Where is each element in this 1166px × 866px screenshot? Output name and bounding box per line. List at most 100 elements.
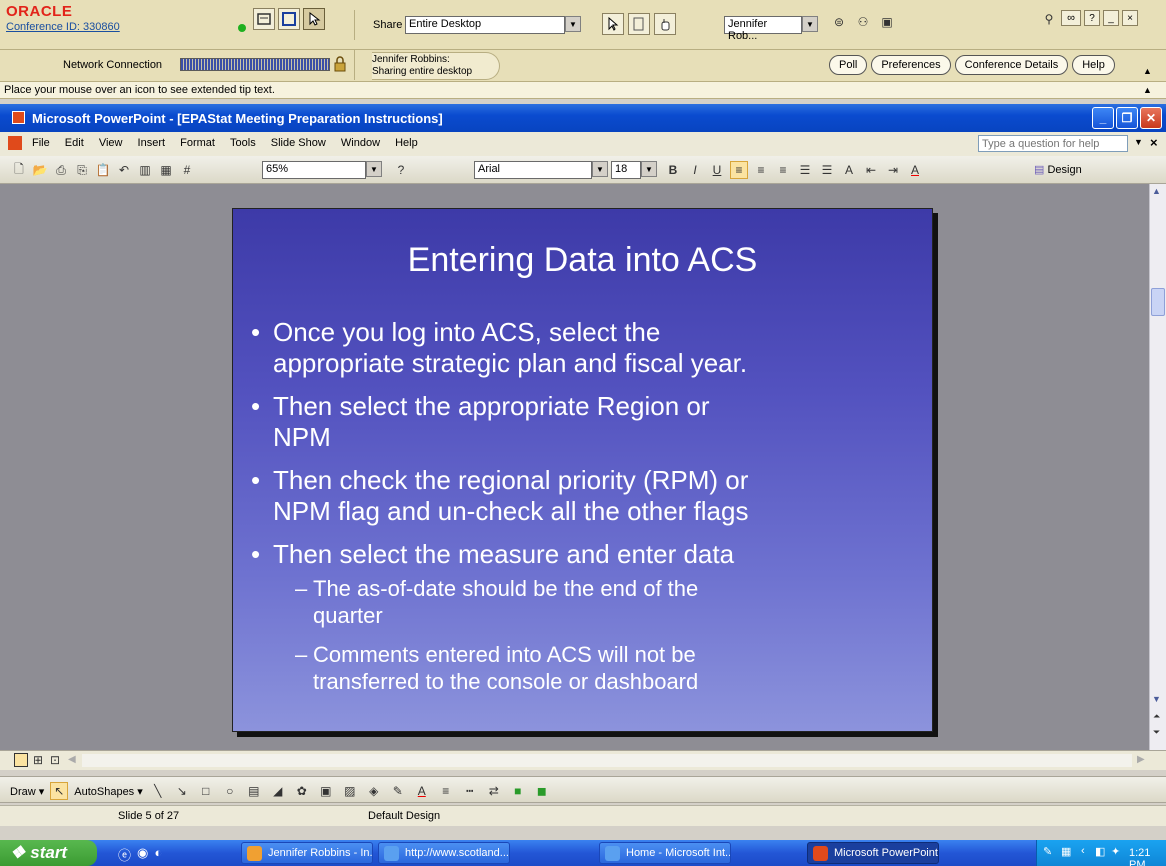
ie-icon[interactable]: ⓔ [118, 845, 131, 864]
volume-icon[interactable]: ◧ [1095, 845, 1105, 858]
shadow-icon[interactable]: ■ [509, 782, 527, 800]
next-slide-icon[interactable]: ⏷ [1153, 728, 1160, 737]
scroll-thumb[interactable] [1151, 288, 1165, 316]
select-pointer-icon[interactable]: ↖ [50, 782, 69, 800]
picture-icon[interactable]: ▨ [341, 782, 359, 800]
increase-font-icon[interactable]: A [840, 161, 858, 179]
minimize-icon[interactable]: _ [1103, 10, 1119, 26]
underline-icon[interactable]: U [708, 161, 726, 179]
glasses-icon[interactable]: ∞ [1061, 10, 1081, 26]
textbox-icon[interactable]: ▤ [245, 782, 263, 800]
paste-icon[interactable]: 📋 [94, 161, 112, 179]
arrow-icon[interactable]: ↘ [173, 782, 191, 800]
outdent-icon[interactable]: ⇥ [884, 161, 902, 179]
diagram-icon[interactable]: ✿ [293, 782, 311, 800]
horizontal-scrollbar[interactable] [82, 754, 1132, 767]
slideshow-icon[interactable]: ⊡ [48, 753, 62, 767]
minimize-button[interactable]: _ [1092, 107, 1114, 129]
save-icon[interactable]: ▣ [878, 13, 896, 31]
bullets-icon[interactable]: ☰ [818, 161, 836, 179]
help-circle-icon[interactable]: ? [392, 161, 410, 179]
help-search-input[interactable] [978, 135, 1128, 152]
design-button[interactable]: ▤ Design [1034, 163, 1082, 176]
clock[interactable]: 1:21 PM [1129, 847, 1166, 866]
print-icon[interactable]: ⎙ [52, 161, 70, 179]
align-center-icon[interactable]: ≡ [752, 161, 770, 179]
scroll-left-icon[interactable]: ◀ [68, 754, 76, 765]
menu-format[interactable]: Format [174, 132, 221, 154]
line-style-icon[interactable]: ≡ [437, 782, 455, 800]
dash-style-icon[interactable]: ┅ [461, 782, 479, 800]
3d-icon[interactable]: ◼ [533, 782, 551, 800]
scroll-down-icon[interactable]: ▼ [1152, 694, 1161, 704]
sub-bullet-2[interactable]: Comments entered into ACS will not be tr… [295, 641, 698, 695]
menu-file[interactable]: File [26, 132, 56, 154]
preferences-button[interactable]: Preferences [871, 55, 951, 75]
chat-icon[interactable]: ⊜ [830, 13, 848, 31]
presenter-view-icon[interactable] [253, 8, 275, 30]
taskbar-item-browser-scotland[interactable]: http://www.scotland... [378, 842, 510, 864]
prev-slide-icon[interactable]: ⏶ [1153, 712, 1160, 721]
menu-insert[interactable]: Insert [132, 132, 172, 154]
menu-help[interactable]: Help [389, 132, 424, 154]
menu-tools[interactable]: Tools [224, 132, 262, 154]
media-icon[interactable]: ◉ [137, 845, 148, 864]
share-select[interactable]: Entire Desktop ▼ [405, 16, 581, 34]
menu-slide-show[interactable]: Slide Show [265, 132, 332, 154]
align-left-icon[interactable]: ≡ [730, 161, 748, 179]
restore-button[interactable]: ❐ [1116, 107, 1138, 129]
slide-title[interactable]: Entering Data into ACS [233, 241, 932, 280]
scroll-right-icon[interactable]: ▶ [1137, 754, 1145, 765]
chevron-down-icon[interactable]: ▼ [1134, 137, 1143, 147]
chart-icon[interactable]: ▥ [136, 161, 154, 179]
attendees-icon[interactable]: ⚇ [854, 13, 872, 31]
search-icon[interactable]: ⚲ [1040, 10, 1058, 28]
taskbar-item-oracle[interactable]: Jennifer Robbins - In... [241, 842, 373, 864]
annotate-icon[interactable] [628, 13, 650, 35]
expand-tray-icon[interactable]: ‹ [1081, 845, 1085, 857]
sub-bullet-1[interactable]: The as-of-date should be the end of the … [295, 575, 698, 629]
bullet-2[interactable]: Then select the appropriate Region or NP… [251, 391, 709, 453]
new-icon[interactable]: 🗋 [10, 161, 28, 179]
close-icon[interactable]: × [1122, 10, 1138, 26]
numbering-icon[interactable]: ☰ [796, 161, 814, 179]
normal-view-icon[interactable] [14, 753, 28, 767]
app-icon[interactable]: ◐ [154, 845, 162, 864]
font-size-select[interactable]: 18 ▼ [611, 161, 657, 179]
table-icon[interactable]: ▦ [157, 161, 175, 179]
menu-window[interactable]: Window [335, 132, 386, 154]
hand-icon[interactable] [654, 13, 676, 35]
open-icon[interactable]: 📂 [31, 161, 49, 179]
collapse-tip-icon[interactable]: ▲ [1143, 85, 1152, 95]
pen-icon[interactable]: ✎ [1043, 845, 1052, 858]
menu-edit[interactable]: Edit [59, 132, 90, 154]
presenter-select[interactable]: Jennifer Rob... ▼ [724, 16, 818, 42]
wordart-icon[interactable]: ◢ [269, 782, 287, 800]
taskbar-item-powerpoint[interactable]: Microsoft PowerPoint... [807, 842, 939, 864]
help-button[interactable]: Help [1072, 55, 1115, 75]
fill-color-icon[interactable]: ◈ [365, 782, 383, 800]
font-color-draw-icon[interactable]: A [413, 782, 431, 800]
bullet-1[interactable]: Once you log into ACS, select the approp… [251, 317, 747, 379]
bullet-4[interactable]: Then select the measure and enter data [251, 539, 734, 570]
grid-icon[interactable]: # [178, 161, 196, 179]
font-select[interactable]: Arial ▼ [474, 161, 608, 179]
autoshapes-menu-button[interactable]: AutoShapes ▾ [74, 785, 143, 798]
close-button[interactable]: ✕ [1140, 107, 1162, 129]
zoom-select[interactable]: 65% ▼ [262, 161, 382, 179]
clipart-icon[interactable]: ▣ [317, 782, 335, 800]
oval-icon[interactable]: ○ [221, 782, 239, 800]
security-icon[interactable]: ✦ [1111, 845, 1120, 858]
conference-id-link[interactable]: Conference ID: 330860 [6, 21, 120, 33]
bullet-3[interactable]: Then check the regional priority (RPM) o… [251, 465, 749, 527]
collapse-icon[interactable]: ▲ [1143, 66, 1152, 76]
slide-canvas[interactable]: Entering Data into ACS Once you log into… [232, 208, 933, 732]
sorter-view-icon[interactable]: ⊞ [31, 753, 45, 767]
close-doc-icon[interactable]: × [1150, 135, 1158, 150]
font-color-icon[interactable]: A [906, 161, 924, 179]
align-right-icon[interactable]: ≡ [774, 161, 792, 179]
vertical-scrollbar[interactable]: ▲ ▼ ⏶ ⏷ [1149, 184, 1166, 750]
network-tray-icon[interactable]: ▦ [1061, 845, 1071, 858]
rectangle-icon[interactable]: □ [197, 782, 215, 800]
help-icon[interactable]: ? [1084, 10, 1100, 26]
